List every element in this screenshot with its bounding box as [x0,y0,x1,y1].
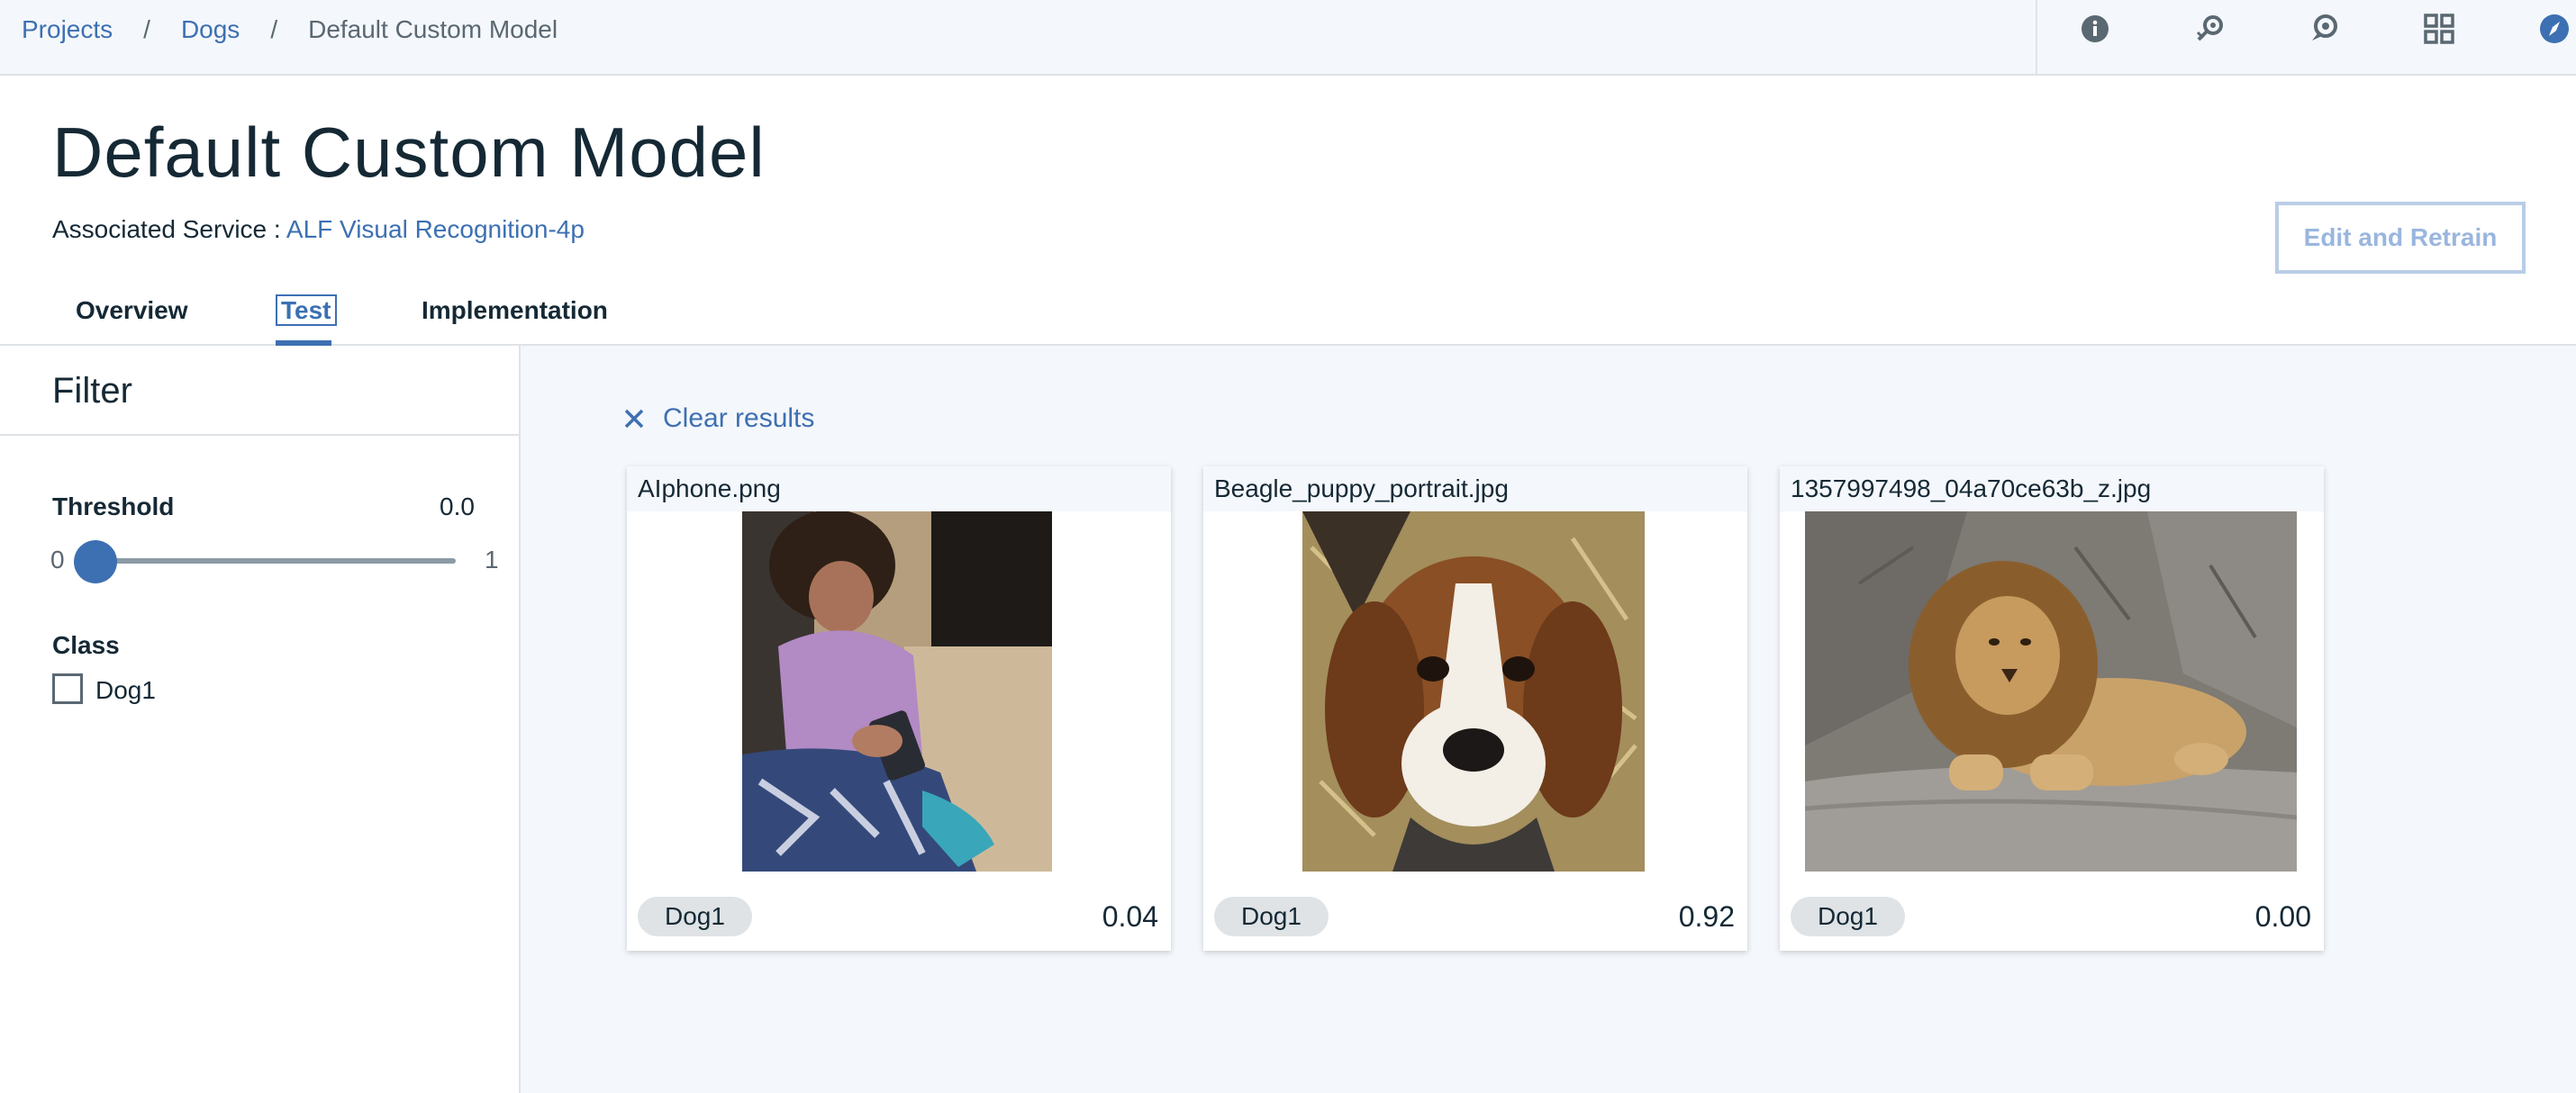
slider-min-label: 0 [50,546,65,574]
result-image-beagle[interactable] [1302,511,1645,872]
result-card: 1357997498_04a70ce63b_z.jpg Dog1 0.00 [1780,466,2324,951]
page-title: Default Custom Model [52,113,766,192]
tab-implementation[interactable]: Implementation [422,295,608,326]
threshold-value: 0.0 [440,492,475,520]
tab-overview[interactable]: Overview [76,295,188,326]
associated-service-link[interactable]: ALF Visual Recognition-4p [286,215,585,243]
class-dog1-label[interactable]: Dog1 [95,675,156,706]
result-score: 0.00 [2254,900,2311,933]
result-score: 0.04 [1102,900,1158,933]
threshold-slider-handle[interactable] [74,540,117,583]
slider-max-label: 1 [485,546,499,574]
result-filename: Beagle_puppy_portrait.jpg [1203,466,1747,511]
info-icon[interactable] [2079,13,2111,45]
compass-icon[interactable] [2538,13,2571,45]
result-card: Beagle_puppy_portrait.jpg Dog1 0.92 [1203,466,1747,951]
chat-icon[interactable] [2308,13,2340,45]
tab-test[interactable]: Test [276,294,337,326]
filter-sidebar: Filter Threshold 0.0 0 1 Class Dog1 [0,346,521,1093]
breadcrumb-separator: / [143,15,150,43]
breadcrumb-current: Default Custom Model [308,15,558,43]
associated-service: Associated Service : ALF Visual Recognit… [52,214,585,245]
tab-test-label: Test [276,294,337,326]
filter-divider [0,434,519,436]
breadcrumb: Projects / Dogs / Default Custom Model [22,14,558,45]
result-tag: Dog1 [638,897,752,936]
result-tag: Dog1 [1791,897,1905,936]
close-icon [624,409,644,429]
threshold-label: Threshold [52,492,175,520]
class-dog1-checkbox[interactable] [52,673,83,704]
breadcrumb-dogs[interactable]: Dogs [181,14,240,45]
edit-and-retrain-button[interactable]: Edit and Retrain [2275,202,2526,274]
result-filename: 1357997498_04a70ce63b_z.jpg [1780,466,2324,511]
clear-results-label: Clear results [663,403,815,433]
result-score: 0.92 [1678,900,1735,933]
page-header: Default Custom Model Associated Service … [0,76,2576,346]
top-bar: Projects / Dogs / Default Custom Model [0,0,2576,76]
result-image-lion[interactable] [1805,511,2297,872]
result-tag: Dog1 [1214,897,1329,936]
apps-grid-icon[interactable] [2423,13,2455,45]
result-filename: AIphone.png [627,466,1171,511]
search-key-icon[interactable] [2194,13,2227,45]
associated-service-label: Associated Service : [52,215,281,243]
result-card: AIphone.png Dog1 0.04 [627,466,1171,951]
result-image-child-phone[interactable] [742,511,1052,872]
threshold-slider-track[interactable] [95,558,456,564]
breadcrumb-projects[interactable]: Projects [22,14,113,45]
toolbar [2036,0,2576,74]
breadcrumb-separator: / [270,15,278,43]
filter-title: Filter [52,371,132,411]
clear-results-button[interactable]: Clear results [621,403,814,434]
class-label: Class [52,631,120,659]
